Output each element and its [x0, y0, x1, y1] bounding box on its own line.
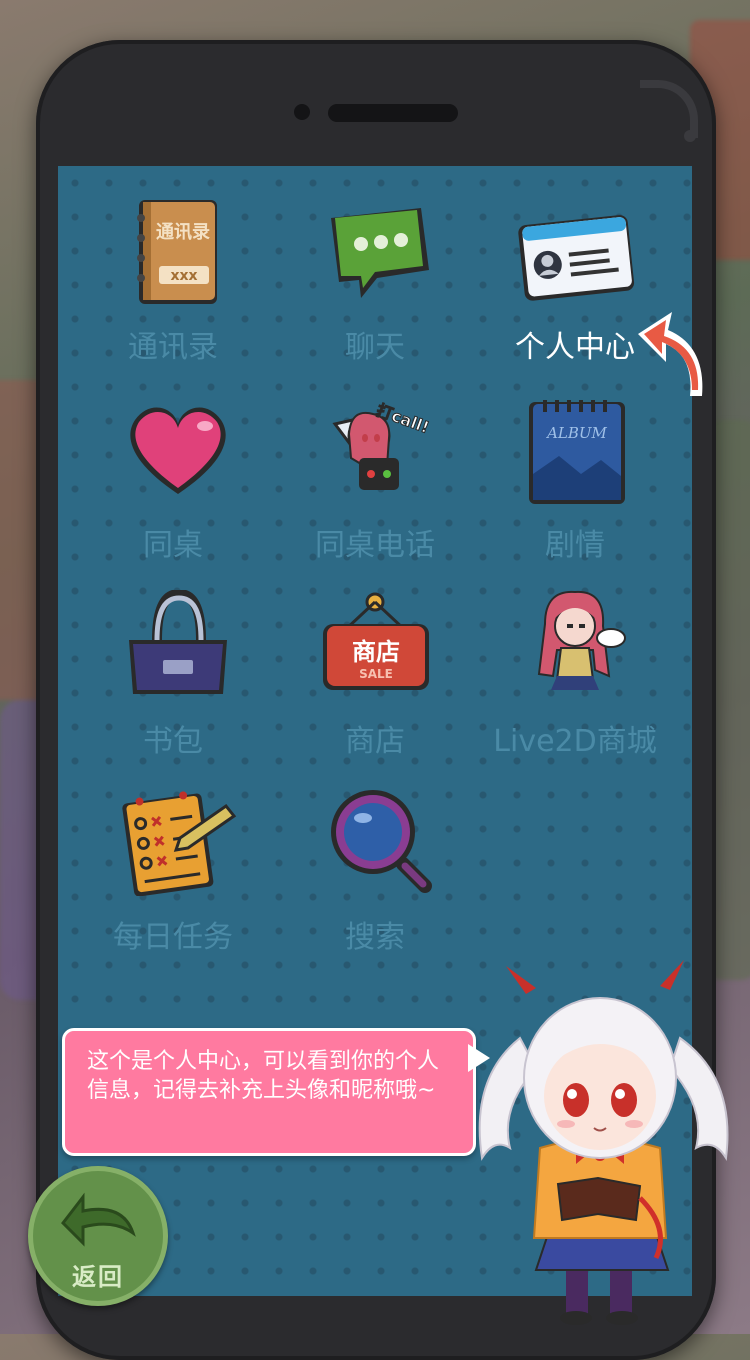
chat-bubble-icon	[325, 196, 429, 306]
app-label: 同桌	[143, 528, 203, 563]
back-arrow-icon	[61, 1192, 136, 1247]
shop-sign-icon: 商店 SALE	[315, 590, 435, 700]
back-button-label: 返回	[72, 1263, 124, 1291]
app-story[interactable]: ALBUM 剧情	[475, 394, 675, 584]
app-label: Live2D商城	[493, 724, 657, 759]
heart-icon	[123, 394, 226, 504]
app-contacts[interactable]: 通讯录 xxx 通讯录	[73, 196, 273, 386]
app-bag[interactable]: 书包	[73, 588, 273, 780]
task-list-icon	[118, 786, 238, 897]
tutorial-pointer-arrow	[636, 304, 712, 400]
app-label: 每日任务	[113, 920, 233, 955]
address-book-icon-text: 通讯录	[156, 222, 210, 243]
app-label: 同桌电话	[315, 528, 435, 563]
svg-text:xxx: xxx	[170, 268, 197, 284]
app-label: 聊天	[345, 330, 405, 365]
app-live2d-shop[interactable]: Live2D商城	[475, 590, 675, 780]
app-shop[interactable]: 商店 SALE 商店	[275, 590, 475, 780]
app-label: 商店	[345, 724, 405, 759]
album-icon-text: ALBUM	[545, 424, 607, 442]
app-label: 通讯录	[128, 330, 218, 365]
live2d-character-icon	[515, 590, 635, 700]
app-label: 搜索	[345, 920, 405, 955]
app-deskmate-call[interactable]: 打call! 同桌电话	[275, 394, 475, 584]
app-search[interactable]: 搜索	[275, 786, 475, 976]
back-button[interactable]: 返回	[28, 1166, 168, 1306]
deskmate-call-icon: 打call!	[315, 394, 435, 504]
album-icon: ALBUM	[525, 394, 625, 504]
student-id-card-icon	[515, 196, 635, 306]
app-chat[interactable]: 聊天	[275, 196, 475, 386]
tutorial-message: 这个是个人中心，可以看到你的个人信息，记得去补充上头像和昵称哦~	[87, 1049, 440, 1103]
shop-sign-subtext: SALE	[359, 667, 393, 681]
app-deskmate[interactable]: 同桌	[73, 394, 273, 584]
camera-icon	[294, 104, 310, 120]
tutorial-mascot	[470, 958, 740, 1328]
shop-sign-text: 商店	[352, 638, 400, 666]
app-label: 书包	[143, 724, 203, 759]
address-book-icon: 通讯录 xxx	[123, 196, 223, 306]
speaker-grille	[328, 104, 458, 122]
app-label: 剧情	[545, 528, 605, 563]
app-daily-tasks[interactable]: 每日任务	[73, 786, 273, 976]
phone-highlight-dot	[684, 130, 696, 142]
magnifier-icon	[325, 786, 432, 896]
school-bag-icon	[123, 588, 227, 700]
tutorial-speech-bubble: 这个是个人中心，可以看到你的个人信息，记得去补充上头像和昵称哦~	[62, 1028, 476, 1156]
